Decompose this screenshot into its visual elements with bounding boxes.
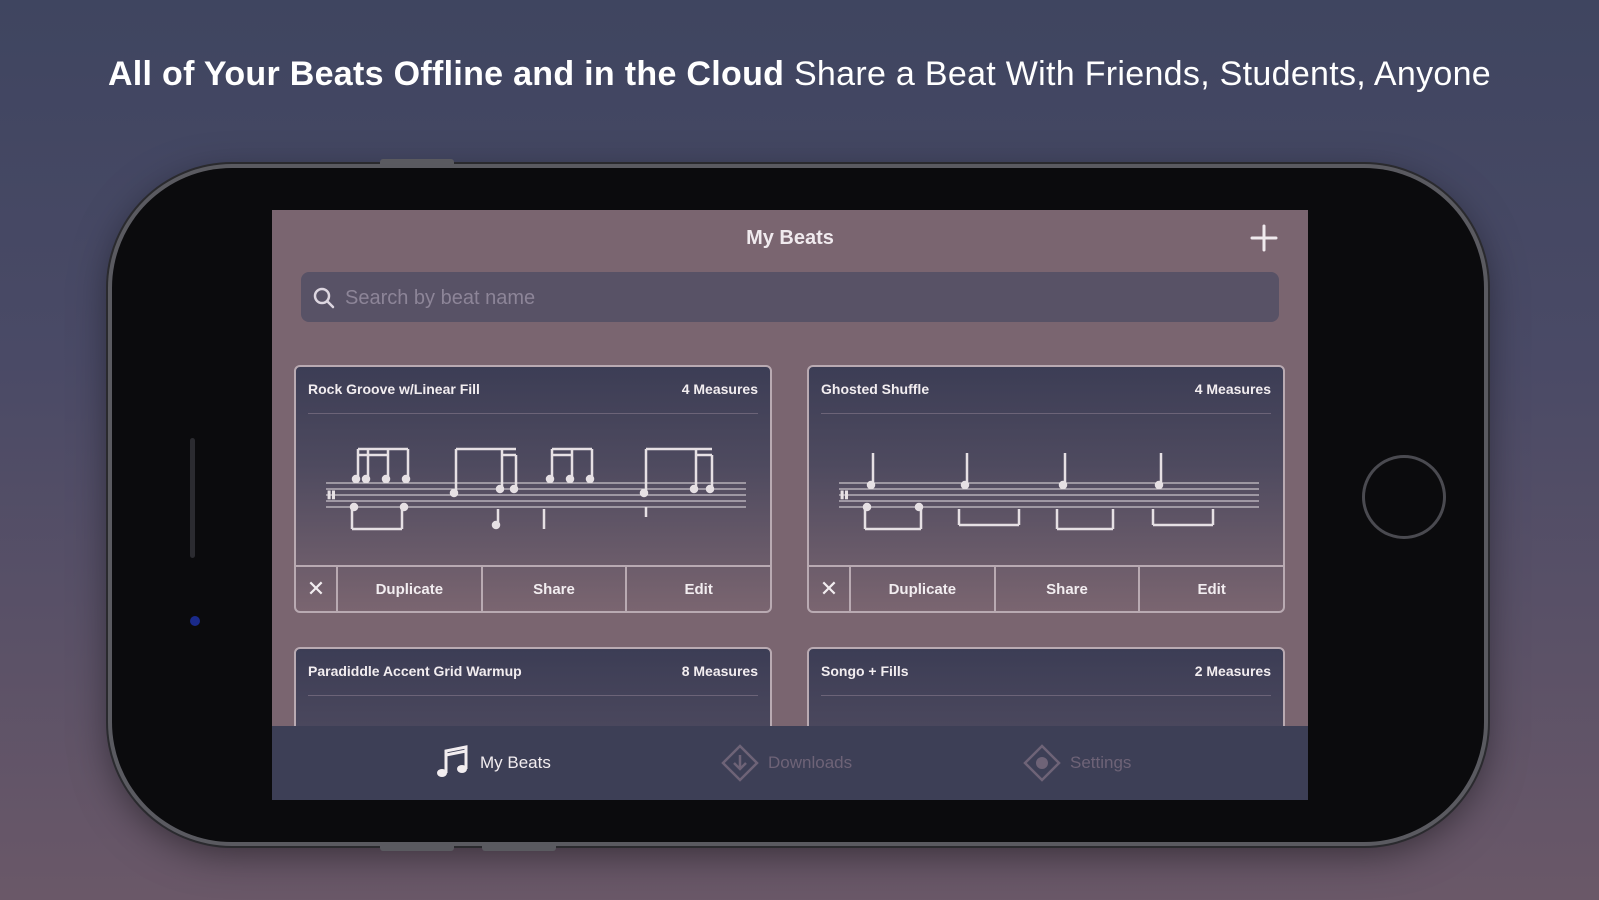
card-actions: ✕ Duplicate Share Edit bbox=[809, 565, 1283, 611]
tab-my-beats[interactable]: My Beats bbox=[432, 726, 551, 800]
phone-camera bbox=[190, 616, 200, 626]
card-header: Ghosted Shuffle 4 Measures bbox=[821, 381, 1271, 401]
svg-text:𝄥: 𝄥 bbox=[327, 483, 335, 508]
divider bbox=[308, 413, 758, 414]
beat-name: Ghosted Shuffle bbox=[821, 381, 930, 397]
search-input[interactable] bbox=[343, 272, 1247, 324]
drum-notation: 𝄥 bbox=[839, 453, 1259, 531]
tab-label: My Beats bbox=[480, 753, 551, 772]
headline-bold: All of Your Beats Offline and in the Clo… bbox=[107, 55, 785, 93]
beat-measures: 8 Measures bbox=[681, 663, 758, 679]
tab-downloads[interactable]: Downloads bbox=[720, 726, 852, 800]
tab-label: Settings bbox=[1070, 753, 1132, 772]
edit-button[interactable]: Edit bbox=[625, 567, 770, 611]
home-button[interactable] bbox=[1362, 455, 1446, 539]
phone-volume-button bbox=[482, 843, 556, 851]
close-icon: ✕ bbox=[306, 576, 326, 601]
divider bbox=[821, 413, 1271, 414]
add-beat-button[interactable] bbox=[1248, 222, 1280, 254]
card-header: Songo + Fills 2 Measures bbox=[821, 663, 1271, 683]
beat-name: Paradiddle Accent Grid Warmup bbox=[308, 663, 522, 679]
card-header: Paradiddle Accent Grid Warmup 8 Measures bbox=[308, 663, 758, 683]
svg-text:𝄥: 𝄥 bbox=[840, 483, 848, 508]
tab-label: Downloads bbox=[768, 753, 853, 772]
plus-icon bbox=[1250, 224, 1278, 252]
phone-side-button bbox=[380, 159, 454, 167]
beat-name: Songo + Fills bbox=[821, 663, 909, 679]
phone-volume-button bbox=[380, 843, 454, 851]
card-actions: ✕ Duplicate Share Edit bbox=[296, 565, 770, 611]
edit-button[interactable]: Edit bbox=[1138, 567, 1283, 611]
card-header: Rock Groove w/Linear Fill 4 Measures bbox=[308, 381, 758, 401]
settings-icon bbox=[1023, 744, 1061, 782]
delete-button[interactable]: ✕ bbox=[809, 567, 849, 611]
beat-name: Rock Groove w/Linear Fill bbox=[308, 381, 480, 397]
close-icon: ✕ bbox=[819, 576, 839, 601]
divider bbox=[308, 695, 758, 696]
share-button[interactable]: Share bbox=[993, 567, 1139, 611]
beat-measures: 4 Measures bbox=[681, 381, 758, 397]
page-title: My Beats bbox=[746, 227, 834, 249]
phone-speaker bbox=[190, 438, 195, 558]
tab-settings[interactable]: Settings bbox=[1022, 726, 1131, 800]
search-bar[interactable] bbox=[301, 272, 1279, 324]
beat-card[interactable]: Ghosted Shuffle 4 Measures 𝄥 ✕ Duplicate… bbox=[807, 365, 1285, 613]
headline: All of Your Beats Offline and in the Clo… bbox=[0, 55, 1599, 94]
share-button[interactable]: Share bbox=[480, 567, 626, 611]
duplicate-button[interactable]: Duplicate bbox=[336, 567, 481, 611]
tab-bar: My Beats Downloads Settings bbox=[272, 726, 1308, 800]
download-icon bbox=[721, 744, 759, 782]
app-screen: My Beats Rock Groove w/Linear Fill 4 Mea… bbox=[272, 210, 1308, 800]
divider bbox=[821, 695, 1271, 696]
beat-measures: 4 Measures bbox=[1194, 381, 1271, 397]
music-note-icon bbox=[437, 745, 468, 777]
search-icon bbox=[313, 287, 335, 309]
phone-frame: My Beats Rock Groove w/Linear Fill 4 Mea… bbox=[112, 159, 1484, 851]
beat-measures: 2 Measures bbox=[1194, 663, 1271, 679]
drum-notation: 𝄥 bbox=[326, 447, 746, 531]
headline-regular: Share a Beat With Friends, Students, Any… bbox=[793, 55, 1492, 93]
beat-card[interactable]: Rock Groove w/Linear Fill 4 Measures 𝄥 ✕… bbox=[294, 365, 772, 613]
duplicate-button[interactable]: Duplicate bbox=[849, 567, 994, 611]
delete-button[interactable]: ✕ bbox=[296, 567, 336, 611]
